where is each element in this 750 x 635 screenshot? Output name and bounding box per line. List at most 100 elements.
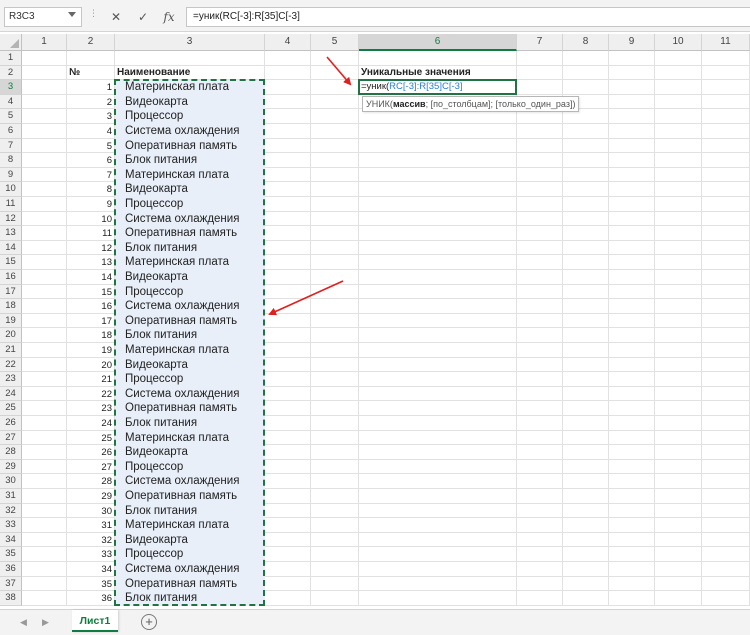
number-cell[interactable]: 22	[67, 388, 112, 403]
number-cell[interactable]: 12	[67, 242, 112, 257]
row-header[interactable]: 29	[0, 459, 22, 475]
insert-function-icon[interactable]: fx	[160, 8, 178, 26]
row-header[interactable]: 14	[0, 240, 22, 256]
row-header[interactable]: 35	[0, 547, 22, 562]
row-header[interactable]: 4	[0, 94, 22, 110]
number-cell[interactable]: 17	[67, 315, 112, 330]
number-cell[interactable]: 11	[67, 227, 112, 242]
number-cell[interactable]: 14	[67, 271, 112, 286]
header-name[interactable]: Наименование	[117, 66, 190, 81]
scroll-left-icon[interactable]: ◀	[20, 617, 27, 628]
row-header[interactable]: 31	[0, 489, 22, 504]
name-box-dropdown-icon[interactable]	[68, 12, 76, 17]
row-header[interactable]: 15	[0, 255, 22, 270]
number-cell[interactable]: 6	[67, 154, 112, 169]
select-all-button[interactable]	[0, 34, 22, 51]
column-header[interactable]: 4	[265, 34, 311, 51]
name-box[interactable]: R3C3	[4, 7, 82, 27]
row-header[interactable]: 11	[0, 197, 22, 212]
row-header[interactable]: 28	[0, 445, 22, 460]
column-header[interactable]: 5	[311, 34, 359, 51]
row-header[interactable]: 20	[0, 328, 22, 343]
column-header[interactable]: 8	[563, 34, 609, 51]
row-header[interactable]: 12	[0, 211, 22, 227]
number-cell[interactable]: 21	[67, 373, 112, 388]
number-cell[interactable]: 1	[67, 81, 112, 96]
number-cell[interactable]: 28	[67, 475, 112, 490]
number-cell[interactable]: 4	[67, 125, 112, 140]
column-header[interactable]: 2	[67, 34, 115, 51]
row-header[interactable]: 8	[0, 153, 22, 168]
column-header[interactable]: 3	[115, 34, 265, 51]
number-cell[interactable]: 32	[67, 534, 112, 549]
number-cell[interactable]: 36	[67, 592, 112, 607]
row-header[interactable]: 19	[0, 313, 22, 329]
row-header[interactable]: 22	[0, 357, 22, 373]
number-cell[interactable]: 30	[67, 505, 112, 520]
row-header[interactable]: 26	[0, 416, 22, 431]
cancel-icon[interactable]: ✕	[107, 8, 125, 26]
number-cell[interactable]: 20	[67, 359, 112, 374]
row-header[interactable]: 10	[0, 182, 22, 197]
row-header[interactable]: 3	[0, 80, 22, 95]
number-cell[interactable]: 2	[67, 96, 112, 111]
number-cell[interactable]: 31	[67, 519, 112, 534]
number-cell[interactable]: 16	[67, 300, 112, 315]
number-cell[interactable]: 26	[67, 446, 112, 461]
row-header[interactable]: 1	[0, 51, 22, 66]
number-cell[interactable]: 10	[67, 213, 112, 228]
row-header[interactable]: 13	[0, 226, 22, 241]
number-cell[interactable]: 35	[67, 578, 112, 593]
number-cell[interactable]: 7	[67, 169, 112, 184]
active-cell-formula[interactable]: =уник(RC[-3]:R[35]C[-3]	[361, 80, 463, 95]
row-header[interactable]: 30	[0, 474, 22, 489]
tooltip-function[interactable]: УНИК(	[366, 99, 393, 109]
number-cell[interactable]: 8	[67, 183, 112, 198]
row-header[interactable]: 9	[0, 167, 22, 183]
number-cell[interactable]: 29	[67, 490, 112, 505]
header-unique-values[interactable]: Уникальные значения	[361, 66, 471, 81]
header-number[interactable]: №	[69, 66, 80, 81]
formula-input[interactable]: =уник(RC[-3]:R[35]C[-3]	[186, 7, 750, 27]
number-cell[interactable]: 3	[67, 110, 112, 125]
scroll-right-icon[interactable]: ▶	[42, 617, 49, 628]
row-header[interactable]: 24	[0, 386, 22, 402]
number-cell[interactable]: 34	[67, 563, 112, 578]
column-header[interactable]: 6	[359, 34, 517, 51]
number-cell[interactable]: 15	[67, 286, 112, 301]
row-header[interactable]: 34	[0, 532, 22, 548]
row-header[interactable]: 33	[0, 518, 22, 533]
row-header[interactable]: 36	[0, 562, 22, 577]
number-cell[interactable]: 33	[67, 548, 112, 563]
enter-icon[interactable]: ✓	[134, 8, 152, 26]
column-header[interactable]: 9	[609, 34, 655, 51]
row-header[interactable]: 37	[0, 576, 22, 592]
row-header[interactable]: 6	[0, 124, 22, 139]
row-header[interactable]: 5	[0, 109, 22, 124]
row-header[interactable]: 16	[0, 270, 22, 285]
column-header[interactable]: 11	[702, 34, 750, 51]
number-cell[interactable]: 18	[67, 329, 112, 344]
row-header[interactable]: 21	[0, 343, 22, 358]
number-cell[interactable]: 19	[67, 344, 112, 359]
column-header[interactable]: 1	[22, 34, 67, 51]
row-header[interactable]: 2	[0, 65, 22, 81]
number-cell[interactable]: 24	[67, 417, 112, 432]
number-cell[interactable]: 27	[67, 461, 112, 476]
number-cell[interactable]: 5	[67, 140, 112, 155]
number-cell[interactable]: 9	[67, 198, 112, 213]
row-header[interactable]: 25	[0, 401, 22, 416]
row-header[interactable]: 7	[0, 138, 22, 154]
row-header[interactable]: 27	[0, 430, 22, 446]
sheet-tab[interactable]: Лист1	[72, 610, 118, 632]
column-header[interactable]: 10	[655, 34, 702, 51]
formula-bar-grip-icon[interactable]: ⋮	[89, 9, 98, 23]
column-header[interactable]: 7	[517, 34, 563, 51]
number-cell[interactable]: 23	[67, 402, 112, 417]
row-header[interactable]: 32	[0, 503, 22, 519]
row-header[interactable]: 38	[0, 591, 22, 606]
add-sheet-icon[interactable]: +	[141, 614, 157, 630]
row-header[interactable]: 23	[0, 372, 22, 387]
number-cell[interactable]: 13	[67, 256, 112, 271]
row-header[interactable]: 18	[0, 299, 22, 314]
